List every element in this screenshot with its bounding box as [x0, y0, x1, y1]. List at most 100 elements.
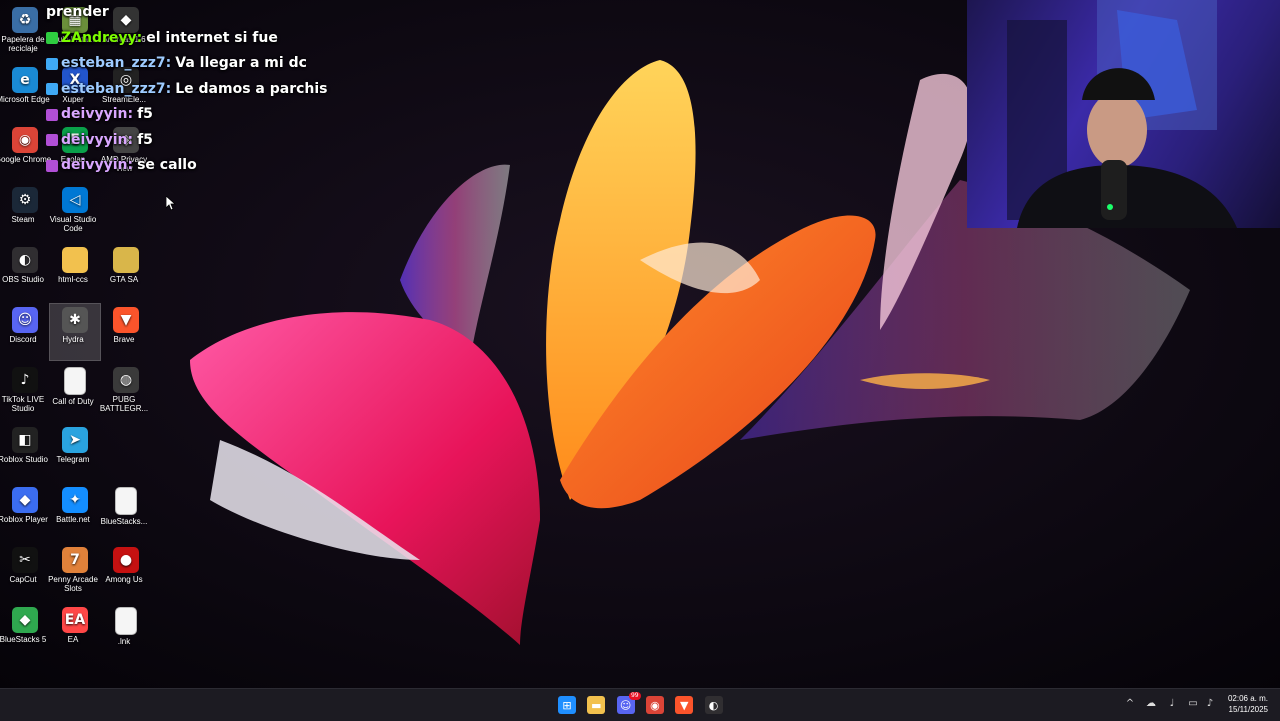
file-icon	[64, 367, 86, 395]
desktop-icon[interactable]: ✱ Hydra	[49, 303, 101, 361]
telegram-icon: ➤	[62, 427, 88, 453]
desktop-icon-label: Hydra	[62, 335, 84, 344]
chat-badge-icon	[46, 57, 58, 70]
microphone-icon[interactable]: ♩	[1166, 698, 1178, 710]
desktop-icon[interactable]: ◐ OBS Studio	[0, 244, 50, 300]
chat-text: el internet si fue	[146, 29, 278, 46]
desktop-icon[interactable]: ◆ Roblox Player	[0, 484, 50, 540]
desktop-icon-label: BlueStacks...	[100, 517, 148, 526]
chat-badge-icon	[46, 83, 58, 96]
webcam-feed	[1007, 0, 1237, 228]
folder-icon	[62, 247, 88, 273]
chat-text: f5	[137, 131, 153, 148]
chat-badge-icon	[46, 134, 58, 147]
hydra-icon: ✱	[62, 307, 88, 333]
desktop-icon[interactable]: GTA SA	[101, 244, 151, 300]
brave-icon[interactable]: ▼	[675, 696, 694, 714]
chat-message: deivyyin: se callo	[46, 153, 466, 179]
notification-badge: 99	[628, 692, 641, 700]
chat-message: prender	[46, 0, 466, 26]
desktop-icon[interactable]: EA EA	[50, 604, 100, 660]
desktop-icon[interactable]: ⚙ Steam	[0, 184, 50, 240]
system-clock[interactable]: 02:06 a. m. 15/11/2025	[1208, 693, 1268, 715]
taskbar: ⊞ ▬ ☺ 99 ◉ ▼ ◐ ^ ☁ ♩ ▭ ♪ 02:06 a. m. 15/11/2025	[0, 688, 1280, 721]
desktop-icon[interactable]: ◁ Visual Studio Code	[50, 184, 100, 240]
desktop-icon-label: html-ccs	[58, 275, 88, 284]
bluestacks-icon: ◆	[12, 607, 38, 633]
chat-text: prender	[46, 4, 109, 20]
folder-icon	[113, 247, 139, 273]
desktop-icon[interactable]: ✦ Battle.net	[50, 484, 100, 540]
file-icon	[115, 487, 137, 515]
desktop-icon-label: EA	[67, 635, 79, 644]
desktop-icon[interactable]: BlueStacks...	[101, 484, 151, 540]
chat-badge-icon	[46, 32, 58, 45]
roblox-icon: ◆	[12, 487, 38, 513]
roblox-studio-icon: ◧	[12, 427, 38, 453]
chat-text: f5	[137, 106, 153, 122]
discord-icon: ☺	[12, 307, 38, 333]
desktop-icon[interactable]: ◉ Google Chrome	[0, 124, 51, 180]
desktop-icon[interactable]: ◍ PUBG BATTLEGR...	[100, 364, 151, 420]
desktop-icon[interactable]: ♻ Papelera de reciclaje	[0, 4, 50, 60]
desktop-icon-label: Brave	[113, 335, 135, 344]
discord-icon[interactable]: ☺ 99	[616, 692, 641, 714]
desktop-icon[interactable]: 7 Penny Arcade Slots	[48, 544, 100, 600]
desktop-icon-label: Telegram	[56, 455, 90, 464]
file-explorer-icon[interactable]: ▬	[587, 696, 606, 714]
vscode-icon: ◁	[62, 187, 88, 213]
windows-start-icon[interactable]: ⊞	[558, 696, 576, 714]
desktop-icon-label: .lnk	[117, 637, 131, 646]
desktop-icon[interactable]: ➤ Telegram	[50, 424, 100, 480]
cloud-icon[interactable]: ☁	[1145, 698, 1157, 710]
desktop-icon[interactable]: ◧ Roblox Studio	[0, 424, 50, 480]
ea-icon: EA	[62, 607, 88, 633]
chat-username: esteban_zzz7:	[61, 55, 172, 71]
among-us-icon: ●	[113, 547, 139, 573]
chrome-icon: ◉	[12, 127, 38, 153]
clock-time: 02:06 a. m.	[1227, 694, 1268, 703]
chat-username: ZAndreyy:	[61, 29, 143, 46]
desktop-icon[interactable]: .lnk	[101, 604, 151, 660]
edge-icon: e	[12, 67, 38, 93]
clock-date: 15/11/2025	[1228, 705, 1268, 714]
chat-badge-icon	[46, 159, 58, 172]
obs-icon: ◐	[12, 247, 38, 273]
slots-icon: 7	[62, 547, 88, 573]
battlenet-icon: ✦	[62, 487, 88, 513]
desktop-icon-label: Among Us	[105, 575, 143, 584]
capcut-icon: ✂	[12, 547, 38, 573]
chat-text: Le damos a parchis	[175, 80, 328, 97]
chat-text: se callo	[137, 157, 197, 173]
stream-chat-overlay: prender ZAndreyy: el internet si fue esteba…	[46, 0, 466, 179]
chrome-icon[interactable]: ◉	[645, 696, 664, 714]
chat-message: deivyyin: f5	[46, 102, 466, 128]
chat-username: deivyyin:	[61, 157, 134, 173]
desktop-icon[interactable]: e Microsoft Edge	[0, 64, 50, 120]
desktop-icon[interactable]: html-ccs	[50, 244, 100, 300]
tiktok-icon: ♪	[12, 367, 38, 393]
chat-username: deivyyin:	[61, 131, 134, 148]
obs-icon[interactable]: ◐	[704, 696, 723, 714]
desktop-icon[interactable]: ♪ TikTok LIVE Studio	[0, 364, 50, 420]
desktop-icon[interactable]: ● Among Us	[101, 544, 151, 600]
steam-icon: ⚙	[12, 187, 38, 213]
chat-username: esteban_zzz7:	[61, 80, 172, 97]
desktop-icon[interactable]: ✂ CapCut	[0, 544, 50, 600]
chat-message: esteban_zzz7: Va llegar a mi dc	[46, 51, 466, 77]
desktop-icon-label: PUBG BATTLEGR...	[99, 395, 149, 413]
chat-message: ZAndreyy: el internet si fue	[46, 26, 466, 52]
desktop-icon-label: Call of Duty	[52, 397, 94, 406]
desktop-icon[interactable]: Call of Duty	[50, 364, 100, 420]
pubg-icon: ◍	[113, 367, 139, 393]
desktop-icon[interactable]: ▼ Brave	[101, 304, 151, 360]
show-hidden-icons-chevron[interactable]: ^	[1124, 698, 1136, 710]
mouse-cursor	[166, 196, 176, 211]
desktop-icon[interactable]: ☺ Discord	[0, 304, 50, 360]
recycle-bin-icon: ♻	[12, 7, 38, 33]
desktop-icon[interactable]: ◆ BlueStacks 5	[0, 604, 50, 660]
display-icon[interactable]: ▭	[1187, 698, 1199, 710]
webcam-overlay	[967, 0, 1280, 228]
desktop-icon-label: Battle.net	[56, 515, 90, 524]
chat-badge-icon	[46, 108, 58, 121]
